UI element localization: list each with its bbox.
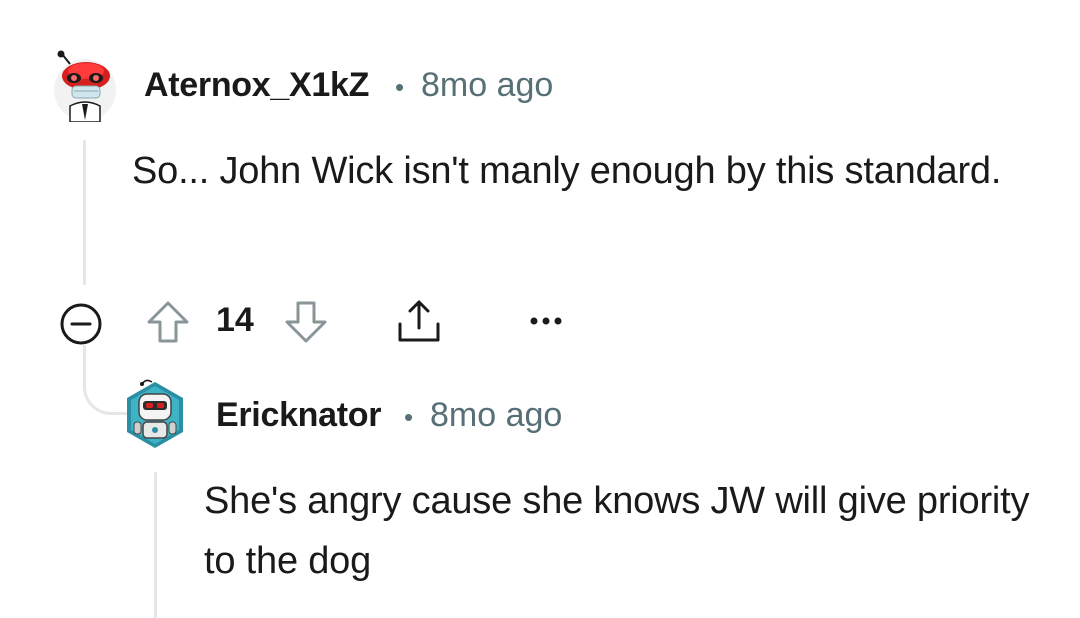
thread-line [83,140,86,285]
arrow-up-icon [147,301,189,343]
comment-timestamp: 8mo ago [430,396,563,434]
ellipsis-icon [530,317,562,325]
thread-line [154,472,157,618]
share-button[interactable] [394,296,444,346]
comment-timestamp: 8mo ago [421,66,554,104]
comment-body: She's angry cause she knows JW will give… [204,480,1030,582]
more-options-button[interactable] [526,311,566,331]
arrow-down-icon [285,301,327,343]
collapse-thread-button[interactable] [59,302,103,346]
upvote-button[interactable] [144,298,192,346]
comment-body: So... John Wick isn't manly enough by th… [132,150,1002,192]
snoo-avatar-red-helmet-icon [54,50,116,122]
meta-separator: • [404,402,414,432]
minus-circle-icon [60,303,102,345]
meta-separator: • [395,72,405,102]
snoo-avatar-robot-icon [127,379,183,448]
vote-score: 14 [216,301,254,339]
comment-author[interactable]: Ericknator [216,396,381,435]
share-icon [398,300,440,342]
downvote-button[interactable] [282,298,330,346]
avatar[interactable] [52,50,118,122]
avatar[interactable] [122,376,188,452]
comment-author[interactable]: Aternox_X1kZ [144,66,369,105]
